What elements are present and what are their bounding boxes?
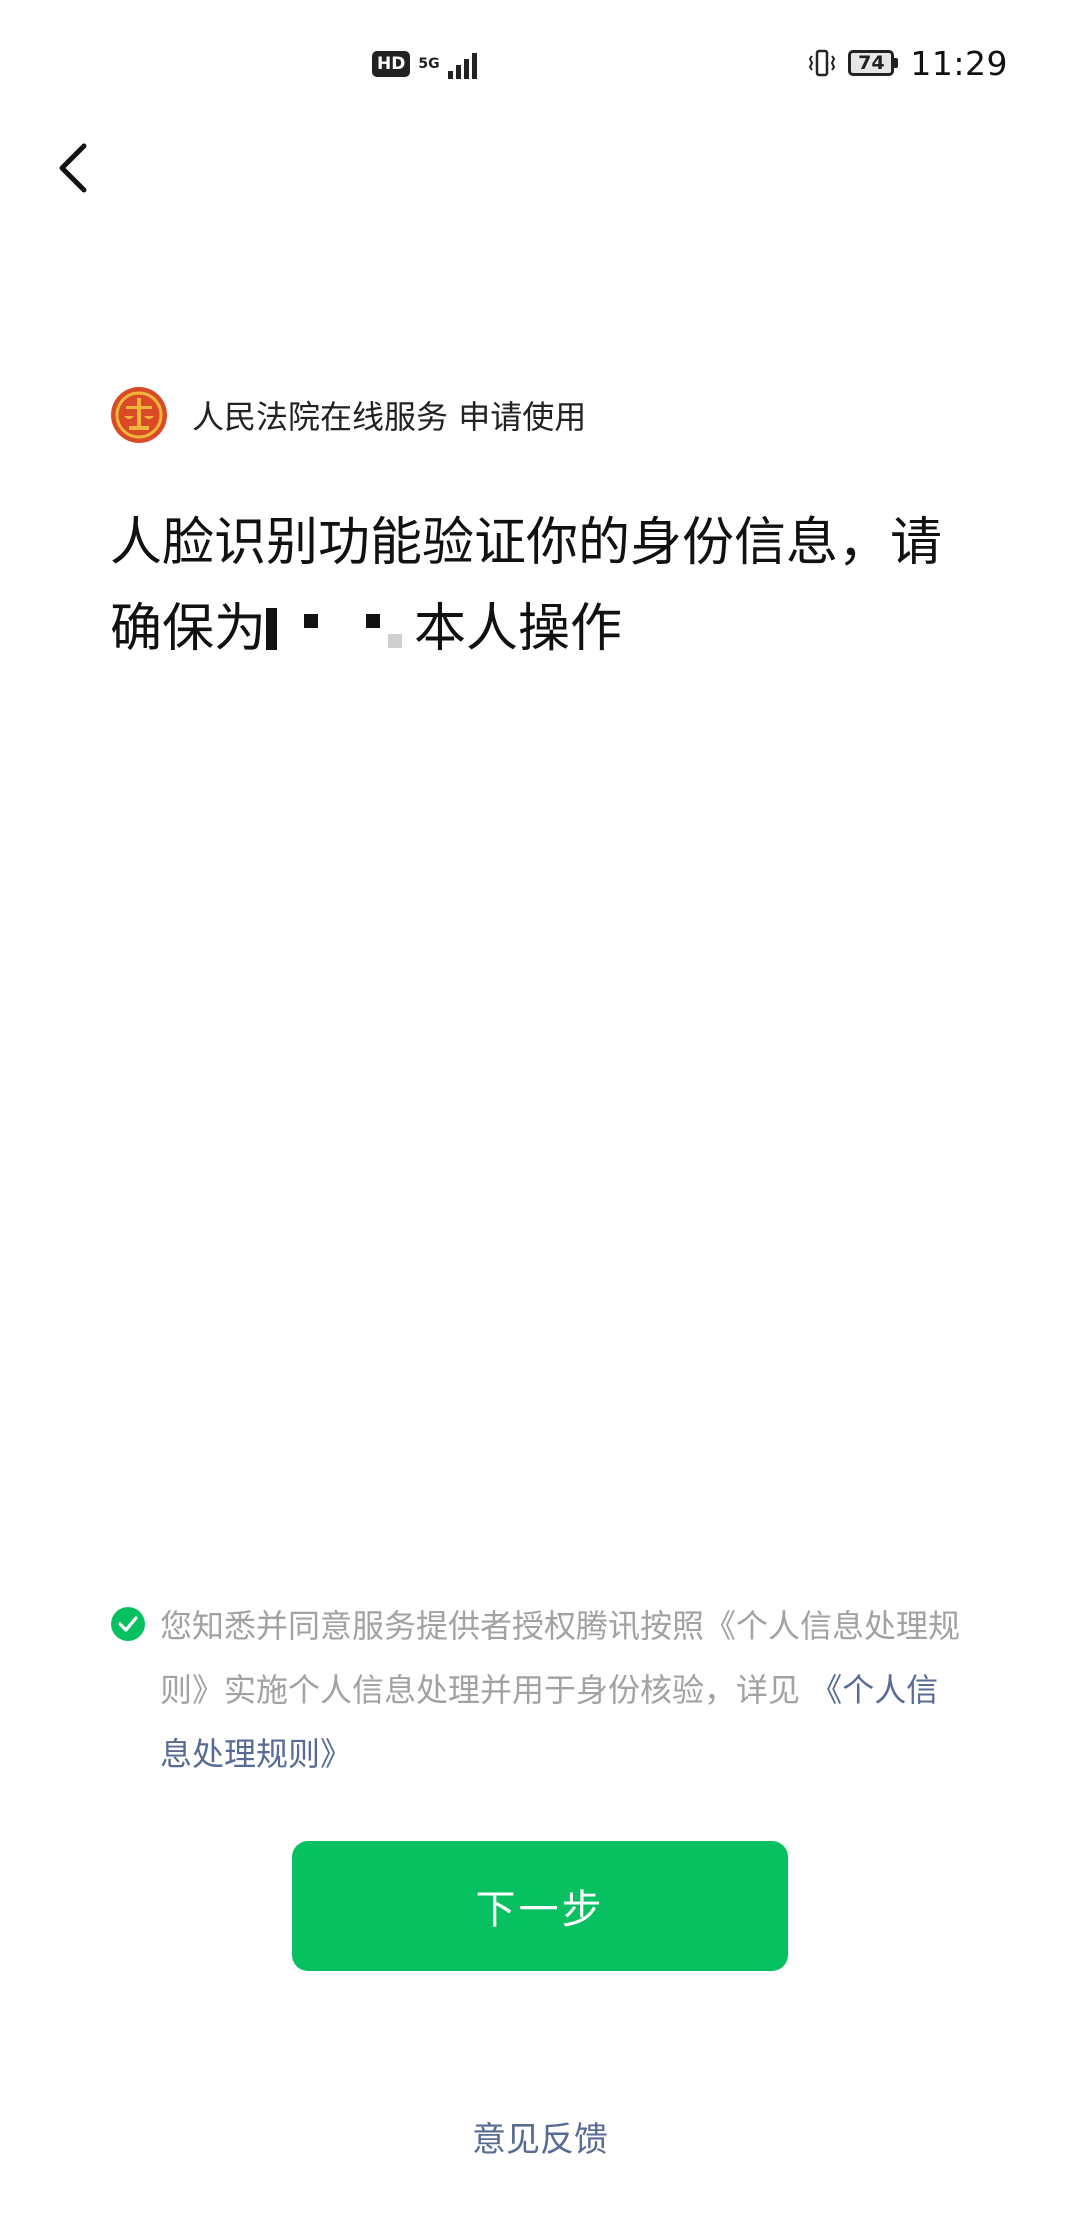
consent-text: 您知悉并同意服务提供者授权腾讯按照《个人信息处理规则》实施个人信息处理并用于身份… — [160, 1594, 970, 1786]
network-indicators: HD 5G — [372, 44, 477, 84]
consent-section: 您知悉并同意服务提供者授权腾讯按照《个人信息处理规则》实施个人信息处理并用于身份… — [110, 1594, 970, 1786]
battery-icon: 74 — [848, 50, 899, 76]
check-circle-icon[interactable] — [110, 1606, 146, 1642]
status-time: 11:29 — [910, 43, 1008, 83]
signal-icon — [447, 49, 477, 79]
battery-level: 74 — [848, 50, 895, 76]
app-request-text: 人民法院在线服务 申请使用 — [192, 392, 586, 438]
status-bar: HD 5G 74 11:29 — [0, 0, 1080, 124]
page-title: 人脸识别功能验证你的身份信息，请确保为 本人操作 — [110, 500, 970, 672]
masked-name — [266, 600, 414, 652]
back-button[interactable] — [52, 140, 104, 196]
feedback-link[interactable]: 意见反馈 — [0, 2112, 1080, 2161]
app-name: 人民法院在线服务 — [192, 398, 449, 436]
network-type: 5G — [418, 57, 439, 71]
hd-badge: HD — [372, 51, 411, 77]
vibrate-icon — [809, 49, 836, 77]
app-request-row: 人民法院在线服务 申请使用 — [110, 384, 586, 446]
chevron-left-icon — [59, 143, 87, 193]
request-label: 申请使用 — [458, 398, 587, 436]
system-indicators: 74 11:29 — [808, 40, 1008, 86]
headline-text-end: 本人操作 — [414, 599, 623, 659]
court-emblem-icon — [111, 387, 167, 443]
network-type-label: 5G — [418, 56, 440, 72]
next-button[interactable]: 下一步 — [292, 1841, 788, 1971]
